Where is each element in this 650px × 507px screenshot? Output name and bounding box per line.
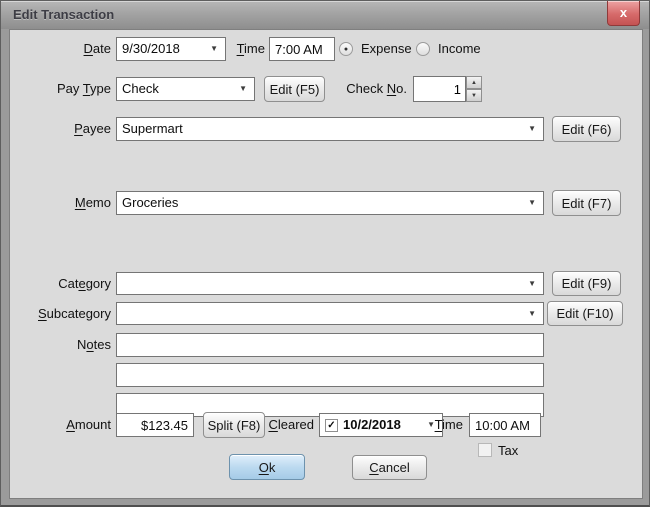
income-label[interactable]: Income <box>438 41 481 56</box>
edit-f5-button[interactable]: Edit (F5) <box>264 76 325 102</box>
memo-combobox[interactable]: Groceries ▼ <box>116 191 544 215</box>
cleared-time-input[interactable] <box>469 413 541 437</box>
tax-label[interactable]: Tax <box>498 443 518 458</box>
dropdown-arrow-icon[interactable]: ▼ <box>528 279 536 287</box>
payee-combobox[interactable]: Supermart ▼ <box>116 117 544 141</box>
paytype-combobox[interactable]: Check ▼ <box>116 77 255 101</box>
amount-input[interactable] <box>116 413 194 437</box>
notes-input-1[interactable] <box>116 333 544 357</box>
dropdown-arrow-icon[interactable]: ▼ <box>210 45 218 53</box>
date-label: Date <box>11 37 111 61</box>
edit-transaction-dialog: Edit Transaction x Date 9/30/2018 ▼ Time… <box>0 0 650 507</box>
edit-f7-button[interactable]: Edit (F7) <box>552 190 621 216</box>
notes-label: Notes <box>11 333 111 357</box>
close-icon: x <box>620 5 627 20</box>
subcategory-label: Subcategory <box>11 302 111 326</box>
memo-label: Memo <box>11 191 111 215</box>
dropdown-arrow-icon[interactable]: ▼ <box>239 85 247 93</box>
edit-f9-button[interactable]: Edit (F9) <box>552 271 621 296</box>
edit-f6-button[interactable]: Edit (F6) <box>552 116 621 142</box>
titlebar[interactable]: Edit Transaction <box>1 1 649 29</box>
dropdown-arrow-icon[interactable]: ▼ <box>528 125 536 133</box>
time-label: Time <box>227 37 265 61</box>
radio-dot-icon: ● <box>344 46 348 53</box>
income-radio[interactable] <box>416 42 430 56</box>
subcategory-combobox[interactable]: ▼ <box>116 302 544 325</box>
dropdown-arrow-icon[interactable]: ▼ <box>528 199 536 207</box>
spin-up-icon: ▲ <box>471 80 477 86</box>
payee-label: Payee <box>11 117 111 141</box>
checkno-spinner: ▲ ▼ <box>413 76 482 102</box>
cleared-date-combobox[interactable]: ✓ 10/2/2018 ▼ <box>319 413 443 437</box>
date-value: 9/30/2018 <box>122 38 203 60</box>
cancel-button[interactable]: Cancel <box>352 455 427 480</box>
check-icon: ✓ <box>327 420 335 431</box>
cleared-date-value: 10/2/2018 <box>343 414 420 436</box>
close-button[interactable]: x <box>607 1 640 26</box>
category-label: Category <box>11 272 111 296</box>
category-combobox[interactable]: ▼ <box>116 272 544 295</box>
notes-input-2[interactable] <box>116 363 544 387</box>
paytype-label: Pay Type <box>11 77 111 101</box>
cleared-label: Cleared <box>259 413 314 437</box>
checkno-label: Check No. <box>331 77 407 101</box>
spin-down-icon: ▼ <box>471 93 477 99</box>
edit-f10-button[interactable]: Edit (F10) <box>547 301 623 326</box>
checkno-input[interactable] <box>413 76 466 102</box>
tax-checkbox[interactable] <box>478 443 492 457</box>
date-combobox[interactable]: 9/30/2018 ▼ <box>116 37 226 61</box>
dropdown-arrow-icon[interactable]: ▼ <box>528 309 536 317</box>
expense-label[interactable]: Expense <box>361 41 412 56</box>
expense-radio[interactable]: ● <box>339 42 353 56</box>
window-title: Edit Transaction <box>13 7 114 22</box>
split-f8-button[interactable]: Split (F8) <box>203 412 265 438</box>
amount-label: Amount <box>11 413 111 437</box>
spin-up-button[interactable]: ▲ <box>466 76 482 89</box>
paytype-value: Check <box>122 78 232 100</box>
cleared-time-label: Time <box>429 413 463 437</box>
cleared-checkbox[interactable]: ✓ <box>325 419 338 432</box>
time-input[interactable] <box>269 37 335 61</box>
memo-value: Groceries <box>122 192 521 214</box>
spin-buttons: ▲ ▼ <box>466 76 482 102</box>
payee-value: Supermart <box>122 118 521 140</box>
ok-button[interactable]: Ok <box>229 454 305 480</box>
spin-down-button[interactable]: ▼ <box>466 89 482 102</box>
